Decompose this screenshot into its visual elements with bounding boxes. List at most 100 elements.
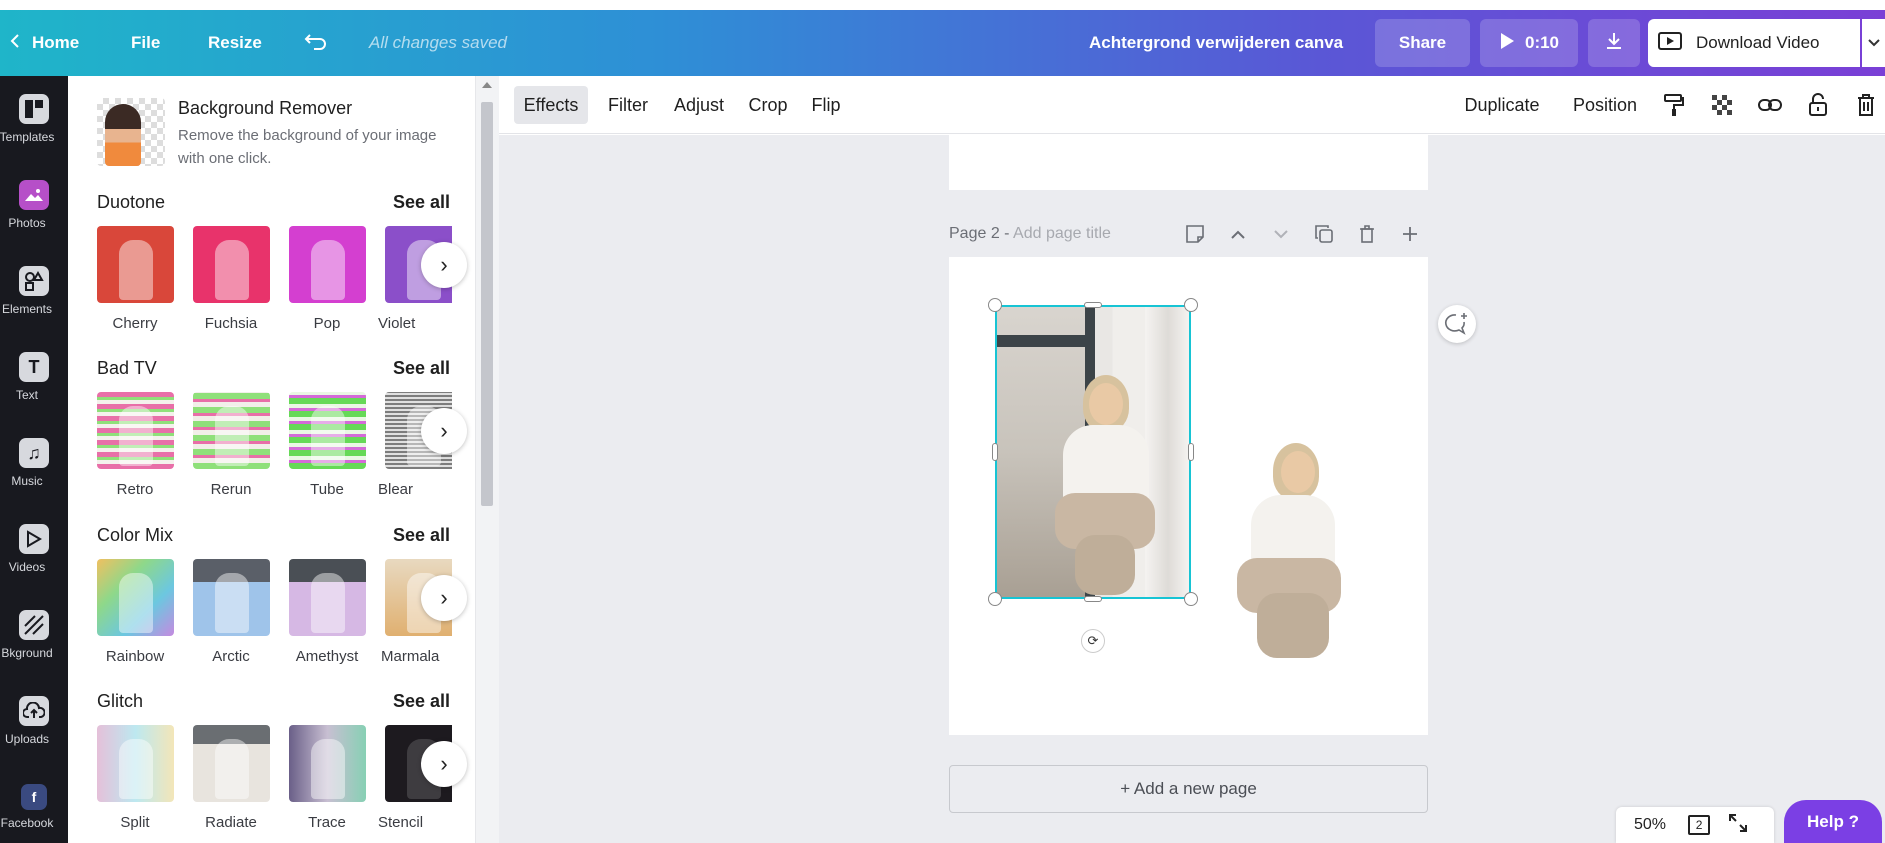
effect-thumb-retro[interactable]: [97, 392, 174, 469]
effects-row-glitch: [97, 725, 452, 805]
home-label: Home: [32, 33, 80, 52]
effect-label: Cherry: [112, 315, 158, 332]
download-video-button[interactable]: Download Video: [1648, 19, 1860, 67]
add-page-icon[interactable]: [1398, 222, 1422, 246]
effect-thumb-rainbow[interactable]: [97, 559, 174, 636]
position-button[interactable]: Position: [1565, 86, 1645, 124]
rotate-icon[interactable]: ⟳: [1081, 629, 1105, 653]
side-handle[interactable]: [1188, 443, 1194, 461]
effect-thumb-pop[interactable]: [289, 226, 366, 303]
panel-scrollbar[interactable]: [475, 76, 499, 843]
fullscreen-icon[interactable]: [1728, 813, 1748, 838]
rail-label: Videos: [8, 560, 46, 574]
duplicate-page-icon[interactable]: [1312, 222, 1336, 246]
see-all-glitch[interactable]: See all: [393, 691, 450, 712]
effect-thumb-fuchsia[interactable]: [193, 226, 270, 303]
resize-handle[interactable]: [1184, 592, 1198, 606]
add-new-page-button[interactable]: + Add a new page: [949, 765, 1428, 813]
see-all-color-mix[interactable]: See all: [393, 525, 450, 546]
effect-label: Violet: [378, 315, 416, 332]
effects-tab[interactable]: Effects: [514, 86, 588, 124]
page-title-input[interactable]: Add page title: [1013, 225, 1111, 242]
home-button[interactable]: Home: [10, 10, 79, 76]
download-icon-button[interactable]: [1588, 19, 1640, 67]
document-title[interactable]: Achtergrond verwijderen canva: [1089, 10, 1343, 76]
resize-handle[interactable]: [988, 298, 1002, 312]
rail-item-text[interactable]: T Text: [0, 334, 68, 420]
notes-icon[interactable]: [1183, 222, 1207, 246]
effect-thumb-split[interactable]: [97, 725, 174, 802]
background-removed-photo[interactable]: [1229, 443, 1349, 658]
effect-thumb-trace[interactable]: [289, 725, 366, 802]
see-all-duotone[interactable]: See all: [393, 192, 450, 213]
background-remover-thumbnail[interactable]: [97, 98, 165, 166]
page-label: Page 2 -: [949, 225, 1014, 242]
effect-thumb-arctic[interactable]: [193, 559, 270, 636]
next-arrow-button[interactable]: ›: [421, 575, 467, 621]
trash-icon[interactable]: [1851, 90, 1881, 120]
scroll-up-arrow-icon[interactable]: [482, 82, 492, 88]
help-button[interactable]: Help ?: [1784, 800, 1882, 843]
page-2[interactable]: ⟳: [949, 257, 1428, 735]
rail-item-photos[interactable]: Photos: [0, 162, 68, 248]
rail-item-elements[interactable]: Elements: [0, 248, 68, 334]
effect-label: Blear: [378, 481, 414, 498]
filter-tab[interactable]: Filter: [601, 86, 655, 124]
flip-tab[interactable]: Flip: [804, 86, 848, 124]
move-page-up-icon[interactable]: [1226, 222, 1250, 246]
effect-label: Radiate: [205, 814, 257, 831]
lock-icon[interactable]: [1803, 90, 1833, 120]
effect-label: Arctic: [212, 648, 250, 665]
resize-button[interactable]: Resize: [208, 10, 262, 76]
next-arrow-button[interactable]: ›: [421, 741, 467, 787]
transparency-icon[interactable]: [1707, 90, 1737, 120]
paint-roller-icon[interactable]: [1659, 90, 1689, 120]
scrollbar-thumb[interactable]: [481, 102, 493, 506]
rail-item-background[interactable]: Bkground: [0, 592, 68, 678]
move-page-down-icon[interactable]: [1269, 222, 1293, 246]
delete-page-icon[interactable]: [1355, 222, 1379, 246]
crop-tab[interactable]: Crop: [743, 86, 793, 124]
zoom-level[interactable]: 50%: [1634, 816, 1666, 834]
download-options-button[interactable]: [1862, 19, 1885, 67]
share-button[interactable]: Share: [1375, 19, 1470, 67]
duplicate-button[interactable]: Duplicate: [1457, 86, 1547, 124]
side-handle[interactable]: [992, 443, 998, 461]
effect-thumb-cherry[interactable]: [97, 226, 174, 303]
rail-item-templates[interactable]: Templates: [0, 76, 68, 162]
effect-label: Stencil: [378, 814, 424, 831]
templates-icon: [19, 94, 49, 124]
chevron-right-icon: ›: [440, 585, 448, 610]
effect-thumb-amethyst[interactable]: [289, 559, 366, 636]
top-handle[interactable]: [1084, 302, 1102, 308]
rail-item-videos[interactable]: Videos: [0, 506, 68, 592]
rail-item-uploads[interactable]: Uploads: [0, 678, 68, 764]
play-button[interactable]: 0:10: [1480, 19, 1578, 67]
background-remover-title[interactable]: Background Remover: [178, 98, 352, 119]
effect-thumb-tube[interactable]: [289, 392, 366, 469]
next-arrow-button[interactable]: ›: [421, 408, 467, 454]
person-image: [105, 104, 141, 166]
add-comment-icon[interactable]: [1438, 305, 1476, 343]
effect-label: Rainbow: [105, 648, 165, 665]
see-all-bad-tv[interactable]: See all: [393, 358, 450, 379]
effect-thumb-rerun[interactable]: [193, 392, 270, 469]
file-menu[interactable]: File: [131, 10, 160, 76]
bottom-handle[interactable]: [1084, 596, 1102, 602]
canvas-area[interactable]: Page 2 - Add page title ⟳ + Add a new pa…: [499, 135, 1885, 843]
rail-item-music[interactable]: ♫ Music: [0, 420, 68, 506]
page-count[interactable]: 2: [1688, 815, 1711, 835]
link-icon[interactable]: [1755, 90, 1785, 120]
undo-button[interactable]: [304, 10, 328, 76]
next-arrow-button[interactable]: ›: [421, 242, 467, 288]
effect-label: Split: [120, 814, 150, 831]
zoom-bar: 50% 2: [1616, 807, 1774, 843]
effects-row-color-mix: [97, 559, 452, 639]
resize-handle[interactable]: [1184, 298, 1198, 312]
rail-item-facebook[interactable]: f Facebook: [0, 764, 68, 843]
resize-handle[interactable]: [988, 592, 1002, 606]
page-1[interactable]: [949, 135, 1428, 190]
effect-thumb-radiate[interactable]: [193, 725, 270, 802]
adjust-tab[interactable]: Adjust: [666, 86, 732, 124]
top-margin: [0, 0, 1885, 10]
